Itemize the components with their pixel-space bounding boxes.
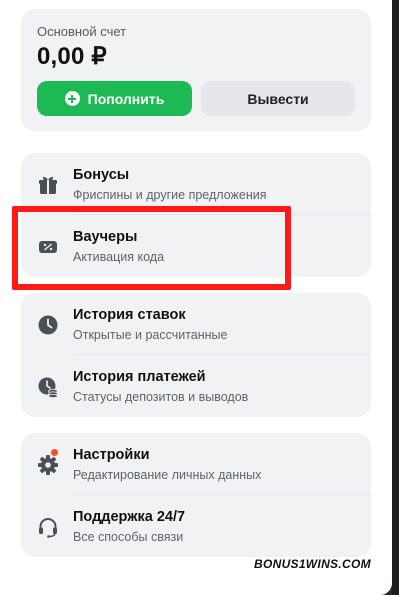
account-panel: Основной счет 0,00 ₽ Пополнить Вывести Б… <box>0 0 392 595</box>
menu-item-title: История ставок <box>73 307 186 323</box>
watermark: BONUS1WINS.COM <box>254 557 371 571</box>
menu-item-title: Бонусы <box>73 167 130 183</box>
balance-amount: 0,00 ₽ <box>37 43 107 70</box>
highlight-box <box>12 206 291 290</box>
scrollbar[interactable] <box>392 0 399 595</box>
withdraw-button[interactable]: Вывести <box>201 81 355 116</box>
deposit-button[interactable]: Пополнить <box>37 81 192 116</box>
headset-icon <box>39 518 57 538</box>
menu-item-bet-history[interactable]: История ставок Открытые и рассчитанные <box>21 293 371 355</box>
balance-card: Основной счет 0,00 ₽ Пополнить Вывести <box>21 9 371 131</box>
menu-item-support[interactable]: Поддержка 24/7 Все способы связи <box>21 495 371 557</box>
menu-item-title: История платежей <box>73 369 206 385</box>
menu-item-subtitle: Фриспины и другие предложения <box>73 188 267 202</box>
payment-history-icon <box>38 377 58 398</box>
balance-label: Основной счет <box>37 24 127 39</box>
menu-item-subtitle: Статусы депозитов и выводов <box>73 390 249 404</box>
withdraw-button-label: Вывести <box>247 90 309 107</box>
menu-item-subtitle: Все способы связи <box>73 530 184 544</box>
menu-group-account: Настройки Редактирование личных данных П… <box>21 433 371 557</box>
gift-icon <box>39 176 57 194</box>
menu-item-payment-history[interactable]: История платежей Статусы депозитов и выв… <box>21 355 371 417</box>
deposit-button-label: Пополнить <box>87 90 165 107</box>
menu-item-title: Поддержка 24/7 <box>73 509 186 525</box>
plus-circle-icon <box>64 91 80 106</box>
menu-item-subtitle: Открытые и рассчитанные <box>73 328 228 342</box>
menu-item-subtitle: Редактирование личных данных <box>73 468 262 482</box>
menu-item-settings[interactable]: Настройки Редактирование личных данных <box>21 433 371 495</box>
gear-icon <box>38 455 58 475</box>
clock-icon <box>38 315 58 335</box>
notification-dot <box>51 449 58 456</box>
menu-group-history: История ставок Открытые и рассчитанные И… <box>21 293 371 417</box>
menu-item-title: Настройки <box>73 447 150 463</box>
